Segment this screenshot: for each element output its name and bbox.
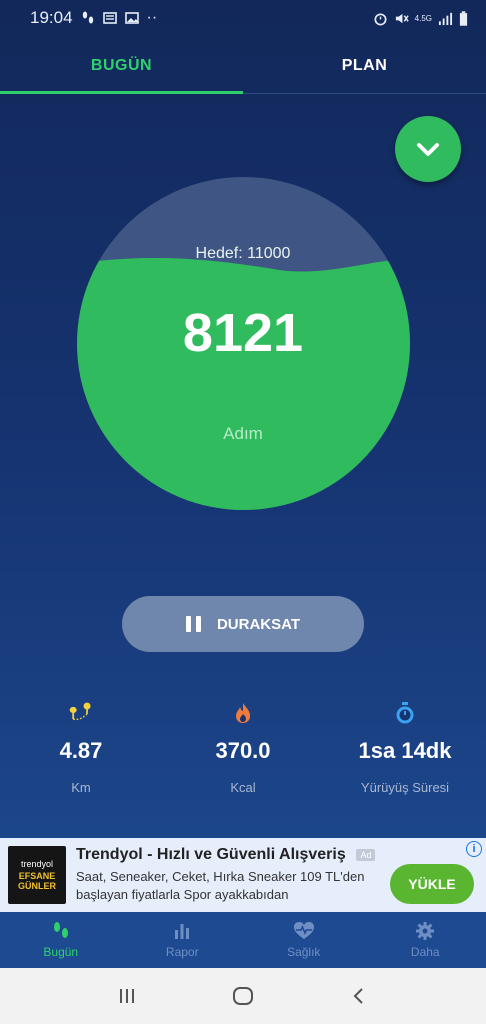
back-icon[interactable] <box>349 986 369 1006</box>
news-icon <box>102 12 117 24</box>
pause-button[interactable]: DURAKSAT <box>122 596 364 652</box>
ad-brand: trendyol <box>20 859 54 869</box>
stat-distance-value: 4.87 <box>59 738 103 763</box>
footsteps-icon <box>82 11 93 24</box>
ad-text[interactable]: Trendyol - Hızlı ve Güvenli Alışveriş Ad… <box>76 846 376 904</box>
chevron-down-icon <box>417 143 439 156</box>
pause-icon <box>185 616 201 632</box>
ad-banner[interactable]: trendyol EFSANE GÜNLER Trendyol - Hızlı … <box>0 838 486 912</box>
system-nav-bar <box>0 968 486 1024</box>
step-count: 8121 <box>182 303 304 363</box>
battery-icon <box>459 10 468 26</box>
stat-distance-label: Km <box>71 780 91 795</box>
ad-title[interactable]: Trendyol - Hızlı ve Güvenli Alışveriş <box>76 846 348 864</box>
image-icon <box>124 12 139 24</box>
ad-description: Saat, Seneaker, Ceket, Hırka Sneaker 109… <box>76 869 365 903</box>
footsteps-icon <box>53 922 68 938</box>
nav-item-bugun[interactable]: Bugün <box>0 912 122 968</box>
ad-info-icon[interactable]: i <box>466 841 482 857</box>
tab-plan[interactable]: PLAN <box>243 38 486 93</box>
mute-icon <box>395 13 409 23</box>
bottom-nav: Bugün Rapor Sağlık Daha <box>0 912 486 968</box>
bar-chart-icon <box>175 924 190 939</box>
nav-item-saglik[interactable]: Sağlık <box>243 912 365 968</box>
ad-badge: Ad <box>356 848 376 861</box>
stat-calories-value: 370.0 <box>215 738 271 763</box>
signal-icon <box>438 12 453 25</box>
tab-bugun[interactable]: BUGÜN <box>0 38 243 94</box>
stat-calories-label: Kcal <box>230 780 256 795</box>
ad-promo: EFSANE GÜNLER <box>18 871 56 891</box>
ad-logo[interactable]: trendyol EFSANE GÜNLER <box>8 846 66 904</box>
nav-label-rapor: Rapor <box>165 945 199 959</box>
collapse-button[interactable] <box>395 116 461 182</box>
nav-label-saglik: Sağlık <box>287 945 321 959</box>
stats-row: 4.87 Km 370.0 Kcal 1sa 14dk Yürüyüş Süre… <box>0 700 486 795</box>
nav-item-daha[interactable]: Daha <box>365 912 486 968</box>
pause-label: DURAKSAT <box>216 615 301 633</box>
more-dots-icon: ·· <box>146 9 158 26</box>
ad-install-button[interactable]: YÜKLE <box>390 864 474 904</box>
nav-label-daha: Daha <box>410 945 440 959</box>
stat-duration-label: Yürüyüş Süresi <box>360 780 450 795</box>
stopwatch-icon <box>392 700 418 726</box>
recents-icon[interactable] <box>117 986 137 1006</box>
alarm-icon <box>374 12 387 25</box>
gear-icon <box>416 922 435 940</box>
heart-pulse-icon <box>293 922 314 939</box>
goal-label: Hedef: 11000 <box>195 245 291 262</box>
step-unit: Adım <box>223 424 263 443</box>
location-pins-icon <box>68 700 94 726</box>
network-type: 4.5G <box>414 13 432 23</box>
nav-item-rapor[interactable]: Rapor <box>122 912 244 968</box>
nav-label-bugun: Bugün <box>43 945 79 959</box>
stat-calories: 370.0 Kcal <box>162 700 324 795</box>
home-icon[interactable] <box>232 985 254 1007</box>
status-bar: 19:04 ·· 4.5G <box>0 0 486 36</box>
stat-duration: 1sa 14dk Yürüyüş Süresi <box>324 700 486 795</box>
stat-distance: 4.87 Km <box>0 700 162 795</box>
flame-icon <box>230 700 256 726</box>
top-tabs: BUGÜN PLAN <box>0 38 486 94</box>
status-time: 19:04 <box>30 8 73 27</box>
stat-duration-value: 1sa 14dk <box>358 738 452 763</box>
